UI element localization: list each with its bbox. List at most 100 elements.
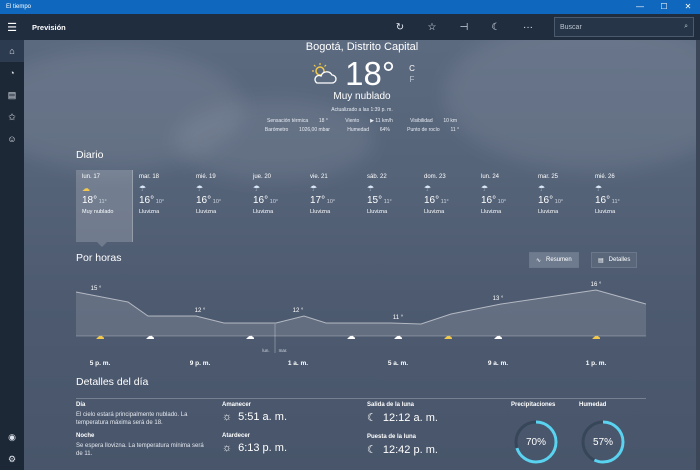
day-high: 16° bbox=[253, 195, 269, 206]
moonrise-time: 12:12 a. m. bbox=[382, 411, 438, 424]
city-name: Bogotá, Distrito Capital bbox=[305, 41, 419, 53]
day-marker-label: mar. bbox=[279, 348, 288, 353]
day-condition: Lluvizna bbox=[595, 209, 616, 215]
hourly-weather-icon: ☁ bbox=[444, 331, 453, 341]
precipitation-block: Precipitaciones bbox=[511, 402, 555, 411]
day-name: lun. 24 bbox=[481, 174, 500, 180]
day-condition: Lluvizna bbox=[196, 209, 217, 215]
night-description: Se espera lloviznа. La temperatura mínim… bbox=[76, 443, 204, 457]
daily-forecast-day[interactable]: vie. 21 ☂ 17° 10° Lluvizna bbox=[304, 170, 361, 242]
details-button[interactable]: ▤ Detalles bbox=[591, 252, 638, 268]
drizzle-icon: ☂ bbox=[139, 184, 147, 193]
day-condition: Lluvizna bbox=[367, 209, 388, 215]
day-condition: Lluvizna bbox=[139, 209, 160, 215]
daily-forecast-day[interactable]: lun. 17 ☁ 18° 11° Muy nublado bbox=[76, 170, 133, 247]
refresh-icon[interactable]: ↻ bbox=[384, 22, 416, 33]
daily-forecast-day[interactable]: lun. 24 ☂ 16° 10° Lluvizna bbox=[475, 170, 532, 242]
daily-forecast-day[interactable]: mar. 18 ☂ 16° 10° Lluvizna bbox=[133, 170, 190, 242]
day-details-title: Detalles del día bbox=[76, 376, 149, 388]
hourly-section-title: Por horas bbox=[76, 252, 122, 264]
day-description: El cielo estará principalmente nublado. … bbox=[76, 412, 188, 426]
unit-celsius-toggle[interactable]: C bbox=[409, 63, 415, 74]
humidity-label: Humedad bbox=[579, 402, 607, 408]
day-high: 16° bbox=[424, 195, 440, 206]
day-high: 16° bbox=[481, 195, 497, 206]
command-bar: ☰ Previsión ↻ ☆ ⊣ ☾ ··· Buscar ⌕ bbox=[0, 14, 700, 40]
sidebar-item-account[interactable]: ◉ bbox=[0, 426, 24, 448]
search-box[interactable]: Buscar ⌕ bbox=[554, 17, 694, 37]
stat-feels-like: Sensación térmica 18 ° bbox=[266, 118, 328, 124]
sidebar-item-maps[interactable]: ◔ bbox=[0, 62, 24, 84]
drizzle-icon: ☂ bbox=[367, 184, 375, 193]
updated-time: Actualizado a las 1:39 p. m. bbox=[331, 107, 393, 113]
hamburger-menu-icon[interactable]: ☰ bbox=[0, 21, 24, 34]
hour-time-label: 9 a. m. bbox=[488, 360, 508, 367]
main-content: Bogotá, Distrito Capital 18° C F Muy nub… bbox=[24, 40, 700, 470]
night-label: Noche bbox=[76, 433, 95, 439]
daily-forecast-day[interactable]: jue. 20 ☂ 16° 10° Lluvizna bbox=[247, 170, 304, 242]
hour-time-label: 5 a. m. bbox=[388, 360, 408, 367]
day-low: 10° bbox=[269, 199, 279, 205]
current-conditions: Bogotá, Distrito Capital 18° C F Muy nub… bbox=[24, 40, 700, 135]
details-divider bbox=[76, 398, 646, 399]
sidebar-item-historical[interactable]: ▤ bbox=[0, 84, 24, 106]
day-high: 16° bbox=[139, 195, 155, 206]
hour-temp-label: 11 ° bbox=[393, 315, 404, 321]
day-high: 16° bbox=[196, 195, 212, 206]
hour-temp-label: 16 ° bbox=[591, 282, 602, 288]
hourly-weather-icon: ☁ bbox=[494, 331, 503, 341]
more-options-button[interactable]: ··· bbox=[512, 22, 544, 33]
sidebar-item-settings[interactable]: ⚙ bbox=[0, 448, 24, 470]
drizzle-icon: ☂ bbox=[538, 184, 546, 193]
day-name: dom. 23 bbox=[424, 174, 446, 180]
summary-button[interactable]: ∿ Resumen bbox=[529, 252, 579, 268]
day-condition: Muy nublado bbox=[82, 209, 114, 215]
drizzle-icon: ☂ bbox=[595, 184, 603, 193]
drizzle-icon: ☂ bbox=[196, 184, 204, 193]
hour-time-label: 5 p. m. bbox=[90, 360, 111, 367]
hourly-weather-icon: ☁ bbox=[246, 331, 255, 341]
humidity-value: 57% bbox=[592, 436, 613, 448]
dark-mode-moon-icon[interactable]: ☾ bbox=[480, 22, 512, 33]
day-low: 10° bbox=[497, 199, 507, 205]
daily-forecast-day[interactable]: sáb. 22 ☂ 15° 11° Lluvizna bbox=[361, 170, 418, 242]
daily-forecast-day[interactable]: mié. 26 ☂ 16° 11° Lluvizna bbox=[589, 170, 646, 242]
gear-icon: ⚙ bbox=[7, 453, 17, 464]
unit-fahrenheit-toggle[interactable]: F bbox=[409, 74, 415, 85]
sidebar-item-places[interactable]: ✩ bbox=[0, 106, 24, 128]
moon-times: Salida de la luna ☾ 12:12 a. m. Puesta de… bbox=[367, 402, 497, 466]
day-high: 15° bbox=[367, 195, 383, 206]
humidity-block: Humedad bbox=[579, 402, 606, 411]
day-high: 17° bbox=[310, 195, 326, 206]
stat-barometer: Barómetro 1026,00 mbar bbox=[264, 127, 330, 133]
daily-forecast-day[interactable]: mar. 25 ☂ 16° 10° Lluvizna bbox=[532, 170, 589, 242]
daily-section-title: Diario bbox=[76, 149, 104, 161]
hourly-weather-icon: ☁ bbox=[96, 331, 105, 341]
minimize-button[interactable]: — bbox=[628, 0, 652, 14]
title-bar: El tiempo — ☐ ✕ bbox=[0, 0, 700, 14]
drizzle-icon: ☂ bbox=[310, 184, 318, 193]
day-low: 10° bbox=[155, 199, 165, 205]
stat-dew-point: Punto de rocío 11 ° bbox=[407, 127, 460, 133]
pin-icon[interactable]: ⊣ bbox=[448, 22, 480, 33]
sidebar-item-forecast[interactable]: ⌂ bbox=[0, 40, 24, 62]
daily-forecast-day[interactable]: dom. 23 ☂ 16° 11° Lluvizna bbox=[418, 170, 475, 242]
drizzle-icon: ☂ bbox=[253, 184, 261, 193]
sunrise-label: Amanecer bbox=[222, 402, 252, 408]
close-button[interactable]: ✕ bbox=[676, 0, 700, 14]
maximize-button[interactable]: ☐ bbox=[652, 0, 676, 14]
search-input[interactable]: Buscar bbox=[560, 24, 582, 31]
hourly-chart[interactable]: 15 ° 12 ° 12 ° 11 ° 13 ° 16 ° lun. mar. … bbox=[76, 280, 646, 368]
stat-visibility: Visibilidad 10 km bbox=[410, 118, 457, 124]
day-name: mié. 19 bbox=[196, 174, 216, 180]
humidity-ring: 57% bbox=[579, 418, 627, 466]
page-title: Previsión bbox=[32, 22, 66, 32]
day-high: 16° bbox=[595, 195, 611, 206]
favorite-star-icon[interactable]: ☆ bbox=[416, 22, 448, 33]
search-icon[interactable]: ⌕ bbox=[684, 23, 688, 31]
smiley-icon: ☺ bbox=[7, 134, 17, 144]
daily-forecast-day[interactable]: mié. 19 ☂ 16° 10° Lluvizna bbox=[190, 170, 247, 242]
sidebar-item-news[interactable]: ☺ bbox=[0, 128, 24, 150]
day-label: Día bbox=[76, 402, 86, 408]
moonrise-icon: ☾ bbox=[367, 412, 377, 424]
